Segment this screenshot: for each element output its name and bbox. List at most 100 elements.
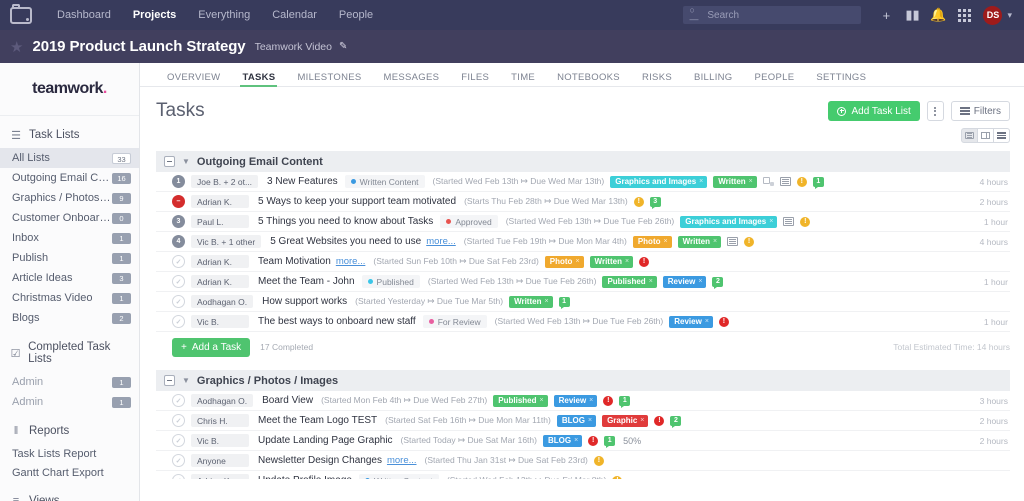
- tab-people[interactable]: PEOPLE: [744, 72, 806, 86]
- tag-remove-icon[interactable]: ×: [575, 258, 579, 265]
- task-name[interactable]: 5 Ways to keep your support team motivat…: [258, 196, 456, 207]
- task-assignee[interactable]: Adrian K.: [191, 474, 249, 479]
- task-status-badge[interactable]: Written Content: [358, 474, 439, 479]
- sidebar-item-customer-onboarding[interactable]: Customer Onboarding 0: [0, 208, 139, 228]
- app-folder-icon[interactable]: [10, 3, 32, 24]
- sidebar-item-publish[interactable]: Publish 1: [0, 248, 139, 268]
- task-assignee[interactable]: Joe B. + 2 ot...: [191, 175, 259, 188]
- task-tag[interactable]: Review ×: [553, 394, 598, 407]
- teamwork-logo[interactable]: teamwork.: [0, 63, 139, 116]
- collapse-icon[interactable]: [164, 375, 175, 386]
- top-nav-link-dashboard[interactable]: Dashboard: [46, 0, 122, 30]
- top-nav-link-projects[interactable]: Projects: [122, 0, 187, 30]
- task-assignee[interactable]: Paul L.: [191, 215, 249, 228]
- task-row[interactable]: 1 Joe B. + 2 ot... 3 New Features Written C…: [156, 172, 1010, 192]
- task-row[interactable]: ✓ Aodhagan O. Board View (Started Mon Feb 4…: [156, 391, 1010, 411]
- task-checkbox[interactable]: ✓: [172, 255, 185, 268]
- top-nav-link-everything[interactable]: Everything: [187, 0, 261, 30]
- task-assignee[interactable]: Anyone: [191, 454, 249, 467]
- comment-count-icon[interactable]: 2: [670, 415, 682, 428]
- tag-remove-icon[interactable]: ×: [625, 258, 629, 265]
- task-checkbox[interactable]: 4: [172, 235, 185, 248]
- tab-tasks[interactable]: TASKS: [231, 72, 286, 87]
- tag-remove-icon[interactable]: ×: [640, 417, 644, 424]
- task-tag[interactable]: Published ×: [493, 394, 548, 407]
- sidebar-item-article-ideas[interactable]: Article Ideas 3: [0, 268, 139, 288]
- star-icon[interactable]: ★: [10, 38, 23, 56]
- sidebar-item-admin[interactable]: Admin 1: [0, 372, 139, 392]
- alert-icon[interactable]: !: [603, 395, 614, 406]
- tab-billing[interactable]: BILLING: [683, 72, 744, 86]
- tab-milestones[interactable]: MILESTONES: [286, 72, 372, 86]
- task-group-header[interactable]: ▼ Graphics / Photos / Images: [156, 370, 1010, 391]
- add-a-task-button[interactable]: + Add a Task: [172, 337, 251, 357]
- warn-icon[interactable]: !: [800, 216, 811, 227]
- task-tag[interactable]: Written ×: [589, 255, 634, 268]
- list-view-icon[interactable]: [961, 128, 978, 143]
- people-icon[interactable]: [762, 177, 774, 186]
- filters-button[interactable]: Filters: [950, 101, 1010, 121]
- comment-count-icon[interactable]: 1: [604, 435, 616, 448]
- sidebar-item-inbox[interactable]: Inbox 1: [0, 228, 139, 248]
- tag-remove-icon[interactable]: ×: [769, 218, 773, 225]
- alert-icon[interactable]: !: [654, 415, 665, 426]
- alert-icon[interactable]: !: [718, 316, 729, 327]
- task-tag[interactable]: Photo ×: [544, 255, 584, 268]
- warn-icon[interactable]: !: [593, 455, 604, 466]
- task-group-header[interactable]: ▼ Outgoing Email Content: [156, 151, 1010, 172]
- chevron-down-icon[interactable]: ▾: [1007, 10, 1012, 21]
- task-assignee[interactable]: Adrian K.: [191, 195, 249, 208]
- task-row[interactable]: ✓ Anyone Newsletter Design Changes more... (…: [156, 451, 1010, 471]
- task-tag[interactable]: Graphic ×: [602, 414, 649, 427]
- tag-remove-icon[interactable]: ×: [589, 397, 593, 404]
- tag-remove-icon[interactable]: ×: [664, 238, 668, 245]
- comment-count-icon[interactable]: 3: [649, 196, 661, 209]
- task-row[interactable]: ✓ Chris H. Meet the Team Logo TEST (Started…: [156, 411, 1010, 431]
- bell-icon[interactable]: 🔔: [925, 0, 951, 30]
- tag-remove-icon[interactable]: ×: [540, 397, 544, 404]
- sidebar-item-blogs[interactable]: Blogs 2: [0, 308, 139, 328]
- task-assignee[interactable]: Aodhagan O.: [191, 394, 254, 407]
- tab-time[interactable]: TIME: [500, 72, 546, 86]
- tag-remove-icon[interactable]: ×: [649, 278, 653, 285]
- task-name[interactable]: 3 New Features: [267, 176, 338, 187]
- plus-icon[interactable]: +: [873, 0, 899, 30]
- task-name[interactable]: Update Landing Page Graphic: [258, 435, 393, 446]
- task-groups-scroll-area[interactable]: ▼ Outgoing Email Content 1 Joe B. + 2 ot...…: [140, 143, 1024, 479]
- task-tag[interactable]: Graphics and Images ×: [680, 215, 778, 228]
- task-name[interactable]: Update Profile Image: [258, 475, 352, 479]
- task-checkbox[interactable]: ✓: [172, 295, 185, 308]
- tag-remove-icon[interactable]: ×: [588, 417, 592, 424]
- chevron-down-icon[interactable]: ▼: [182, 376, 190, 385]
- subtask-list-icon[interactable]: [779, 177, 791, 186]
- task-checkbox[interactable]: ✓: [172, 454, 185, 467]
- task-tag[interactable]: Written ×: [713, 175, 757, 188]
- task-more-link[interactable]: more...: [426, 236, 456, 247]
- task-name[interactable]: Board View: [262, 395, 313, 406]
- alert-icon[interactable]: !: [639, 256, 650, 267]
- tag-remove-icon[interactable]: ×: [713, 238, 717, 245]
- task-row[interactable]: 3 Paul L. 5 Things you need to know about …: [156, 212, 1010, 232]
- task-assignee[interactable]: Vic B.: [191, 434, 249, 447]
- alert-icon[interactable]: !: [588, 435, 599, 446]
- task-checkbox[interactable]: ✓: [172, 275, 185, 288]
- folder-icon[interactable]: ▮▮: [899, 0, 925, 30]
- top-nav-link-people[interactable]: People: [328, 0, 384, 30]
- board-view-icon[interactable]: [977, 128, 994, 143]
- warn-icon[interactable]: !: [633, 196, 644, 207]
- sidebar-link-task-lists-report[interactable]: Task Lists Report: [0, 444, 139, 463]
- task-checkbox[interactable]: ✓: [172, 414, 185, 427]
- task-row[interactable]: ✓ Adrian K. Update Profile Image Written Co…: [156, 471, 1010, 479]
- tag-remove-icon[interactable]: ×: [699, 178, 703, 185]
- task-tag[interactable]: Review ×: [669, 315, 713, 328]
- task-status-badge[interactable]: Approved: [440, 215, 498, 228]
- sidebar-item-graphics-photos-images[interactable]: Graphics / Photos / Images9: [0, 188, 139, 208]
- search-input[interactable]: [707, 9, 856, 21]
- task-checkbox[interactable]: 1: [172, 175, 185, 188]
- subtask-list-icon[interactable]: [727, 237, 739, 246]
- task-assignee[interactable]: Chris H.: [191, 414, 249, 427]
- tag-remove-icon[interactable]: ×: [705, 318, 709, 325]
- task-tag[interactable]: Graphics and Images ×: [610, 175, 708, 188]
- task-tag[interactable]: Written ×: [509, 295, 553, 308]
- task-tag[interactable]: Photo ×: [632, 235, 672, 248]
